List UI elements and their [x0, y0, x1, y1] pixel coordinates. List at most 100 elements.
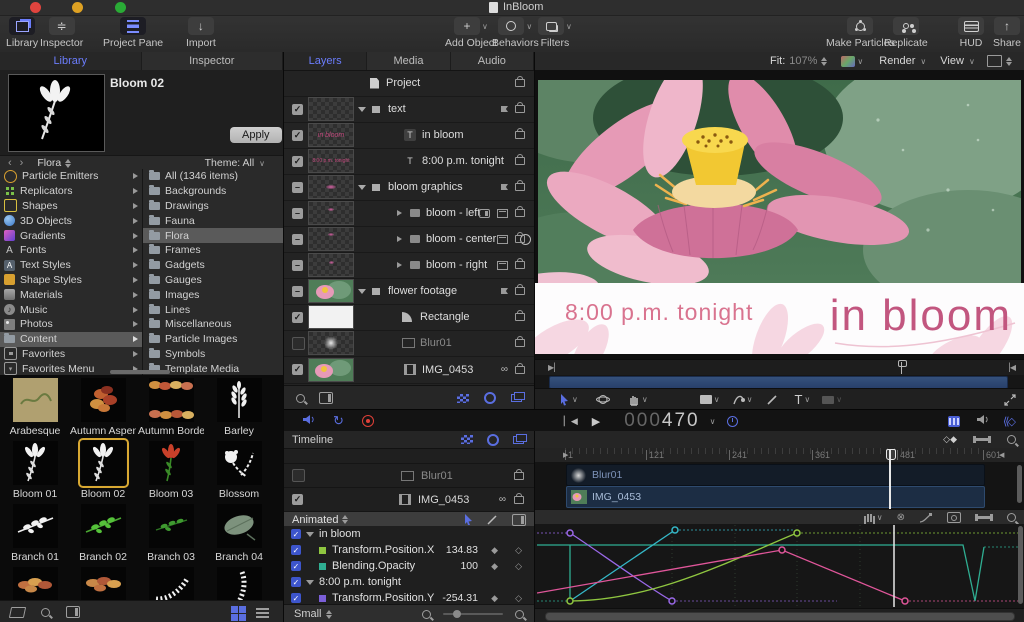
layer-row-flower-footage[interactable]: – flower footage	[284, 278, 534, 305]
subcategory-gadgets[interactable]: Gadgets	[143, 258, 283, 273]
rectangle-tool-chevron[interactable]: ∨	[714, 395, 720, 404]
horizontal-scrollbar[interactable]	[110, 370, 170, 374]
forward-chevron-icon[interactable]: ›	[20, 157, 24, 169]
timing-clock-icon[interactable]	[727, 416, 738, 427]
category-photos[interactable]: Photos	[0, 317, 142, 332]
lock-icon[interactable]	[515, 79, 525, 87]
lock-icon[interactable]	[515, 131, 525, 139]
in-point-marker[interactable]: ▶▏	[548, 363, 560, 372]
subcategory-all[interactable]: All (1346 items)	[143, 169, 283, 184]
category-fonts[interactable]: AFonts	[0, 243, 142, 258]
timeline-in-marker[interactable]: ▶	[563, 451, 568, 459]
thumb-barley[interactable]	[217, 378, 262, 422]
subcategory-gauges[interactable]: Gauges	[143, 273, 283, 288]
thumb-branch-01[interactable]	[13, 504, 58, 548]
category-3d-objects[interactable]: 3D Objects	[0, 213, 142, 228]
kf-add-icon[interactable]: ◇	[515, 545, 522, 556]
curve-ramp-icon[interactable]	[919, 513, 933, 523]
channel-swatch[interactable]	[841, 56, 855, 67]
img0453-track-bar[interactable]: IMG_0453	[566, 486, 985, 508]
show-layers-icon[interactable]	[511, 394, 522, 402]
canvas-mini-timeline[interactable]: ▶▏ ▕◀	[535, 359, 1024, 376]
disclosure-down-icon[interactable]	[358, 185, 366, 190]
kf-checkbox[interactable]: ✓	[291, 577, 301, 587]
subcategory-flora[interactable]: Flora	[143, 228, 283, 243]
category-particle-emitters[interactable]: Particle Emitters	[0, 169, 142, 184]
lock-icon[interactable]	[514, 496, 524, 504]
tab-audio[interactable]: Audio	[451, 52, 534, 70]
disclosure-down-icon[interactable]	[358, 107, 366, 112]
category-shapes[interactable]: Shapes	[0, 199, 142, 214]
size-stepper[interactable]	[326, 610, 332, 619]
thumb-autumn-border[interactable]	[149, 378, 194, 422]
category-replicators[interactable]: Replicators	[0, 184, 142, 199]
layer-row-bloom-center[interactable]: – bloom - center	[284, 226, 534, 253]
import-toolbar-button[interactable]: ↓ Import	[186, 17, 216, 49]
nav-stepper[interactable]	[65, 159, 71, 168]
kf-checkbox[interactable]: ✓	[291, 545, 301, 555]
playhead-handle[interactable]	[886, 449, 896, 460]
layer-row-800pm[interactable]: ✓ 8:00 p.m. tonight T 8:00 p.m. tonight	[284, 148, 534, 175]
close-window-button[interactable]	[30, 2, 41, 13]
filter-pane-icon[interactable]	[319, 392, 333, 404]
text-tool-icon[interactable]: T	[794, 392, 802, 407]
lock-icon[interactable]	[515, 261, 525, 269]
search-icon[interactable]	[296, 394, 305, 403]
audio-monitor-icon[interactable]	[976, 414, 989, 428]
timeline-out-marker[interactable]: ◀	[999, 451, 1004, 459]
select-tool-icon[interactable]	[559, 393, 570, 406]
subcategory-fauna[interactable]: Fauna	[143, 213, 283, 228]
link-icon[interactable]: ∞	[499, 494, 506, 505]
thumb-blossom[interactable]	[217, 441, 262, 485]
category-content[interactable]: Content	[0, 332, 142, 347]
keyframe-curve-editor[interactable]	[535, 524, 1024, 608]
text-tool-chevron[interactable]: ∨	[804, 395, 810, 404]
back-chevron-icon[interactable]: ‹	[8, 157, 12, 169]
category-text-styles[interactable]: AText Styles	[0, 258, 142, 273]
project-pane-toolbar-button[interactable]: Project Pane	[103, 17, 163, 49]
thumb-arabesque[interactable]	[13, 378, 58, 422]
kf-nav-icon[interactable]: ◆	[491, 561, 498, 572]
timeline-row-img0453[interactable]: ✓ IMG_0453 ∞	[284, 488, 534, 512]
kf-group-in-bloom[interactable]: ✓ in bloom	[284, 526, 534, 543]
flag-icon[interactable]	[501, 106, 508, 112]
category-favorites[interactable]: Favorites	[0, 347, 142, 362]
lock-icon[interactable]	[514, 472, 524, 480]
expand-view-icon[interactable]	[1004, 394, 1016, 406]
replicate-toolbar-button[interactable]: Replicate	[884, 17, 928, 49]
rectangle-tool-icon[interactable]	[700, 395, 712, 404]
motion-blur-icon[interactable]: ⟨⟨◇	[1003, 415, 1014, 428]
layer-row-project[interactable]: Project	[284, 70, 534, 97]
timeline-shapes-icon[interactable]	[487, 434, 499, 446]
thumb-branch-03[interactable]	[149, 504, 194, 548]
lock-icon[interactable]	[515, 339, 525, 347]
tracks-vertical-scrollbar[interactable]	[1017, 465, 1022, 503]
visibility-checkbox[interactable]: –	[292, 260, 303, 271]
timecode-display[interactable]: 000470	[624, 410, 699, 432]
disclosure-right-icon[interactable]	[397, 236, 402, 242]
disclosure-down-icon[interactable]	[306, 580, 314, 585]
view-dropdown[interactable]: View ∨	[940, 55, 975, 67]
layer-row-rectangle[interactable]: ✓ Rectangle	[284, 304, 534, 331]
layer-row-in-bloom[interactable]: ✓ in bloom T in bloom	[284, 122, 534, 149]
disclosure-down-icon[interactable]	[306, 532, 314, 537]
kf-value[interactable]: -254.31	[426, 592, 478, 604]
thumb-bloom-03[interactable]	[149, 441, 194, 485]
visibility-checkbox[interactable]: –	[292, 234, 303, 245]
lock-icon[interactable]	[515, 366, 525, 374]
subcategory-frames[interactable]: Frames	[143, 243, 283, 258]
lock-icon[interactable]	[515, 209, 525, 217]
loop-playback-icon[interactable]: ↻	[333, 413, 344, 429]
visibility-checkbox[interactable]: –	[292, 182, 303, 193]
visibility-checkbox[interactable]: –	[292, 208, 303, 219]
kf-checkbox[interactable]: ✓	[291, 593, 301, 603]
behaviors-stack-icon[interactable]	[497, 261, 508, 270]
kf-nav-icon[interactable]: ◆	[491, 545, 498, 556]
subcategory-particle-images[interactable]: Particle Images	[143, 332, 283, 347]
disclosure-down-icon[interactable]	[358, 289, 366, 294]
apply-button[interactable]: Apply	[230, 127, 282, 143]
render-dropdown[interactable]: Render ∨	[879, 55, 926, 67]
show-keyframes-icon[interactable]	[948, 416, 960, 427]
tab-library[interactable]: Library	[0, 52, 142, 70]
hud-toolbar-button[interactable]: HUD	[958, 17, 984, 49]
